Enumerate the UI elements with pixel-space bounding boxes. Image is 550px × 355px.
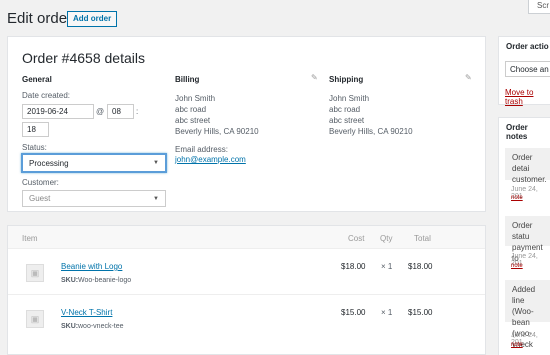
customer-label: Customer: — [22, 178, 59, 187]
move-to-trash-link[interactable]: Move to trash — [505, 88, 550, 106]
header-total: Total — [414, 234, 431, 243]
status-label: Status: — [22, 143, 47, 152]
delete-note-link[interactable]: note — [511, 263, 523, 269]
minute-input[interactable]: 18 — [22, 122, 49, 137]
order-notes-title: Order notes — [506, 123, 528, 141]
add-order-button[interactable]: Add order — [67, 11, 118, 27]
shipping-heading: Shipping — [329, 75, 364, 84]
item-sku-label: SKU: — [61, 277, 79, 284]
order-action-select[interactable]: Choose an — [505, 61, 550, 77]
shipping-address-2: abc street — [329, 116, 365, 125]
item-cost: $18.00 — [341, 262, 366, 271]
item-qty: × 1 — [381, 308, 393, 317]
customer-value: Guest — [29, 194, 51, 203]
order-note: Order statu payment to — [505, 216, 550, 263]
delete-note-link[interactable]: note — [511, 195, 523, 201]
pencil-icon[interactable]: ✎ — [465, 73, 472, 82]
order-note: Added line (Woo-bean (woo-vneck — [505, 280, 550, 349]
hour-input[interactable]: 08 — [107, 104, 134, 119]
image-placeholder-icon: ▣ — [26, 310, 44, 328]
status-select[interactable]: Processing ▼ — [21, 153, 167, 173]
row-divider — [8, 294, 485, 295]
chevron-down-icon: ▼ — [153, 160, 159, 166]
billing-address-2: abc street — [175, 116, 211, 125]
item-total: $18.00 — [408, 262, 433, 271]
item-name-link[interactable]: V-Neck T-Shirt — [61, 308, 112, 317]
image-placeholder-icon: ▣ — [26, 264, 44, 282]
item-sku-label: SKU: — [61, 323, 79, 330]
shipping-address-1: abc road — [329, 105, 361, 114]
header-cost: Cost — [348, 234, 365, 243]
time-colon: : — [136, 107, 139, 116]
header-qty: Qty — [380, 234, 393, 243]
note-line: Added line — [512, 285, 536, 305]
header-item: Item — [22, 234, 38, 243]
page-title: Edit order — [7, 10, 73, 27]
shipping-name: John Smith — [329, 94, 370, 103]
email-label: Email address: — [175, 145, 228, 154]
billing-address-1: abc road — [175, 105, 207, 114]
note-line: Order detai — [512, 153, 533, 173]
item-qty: × 1 — [381, 262, 393, 271]
at-sign-text: @ — [96, 107, 105, 116]
billing-heading: Billing — [175, 75, 200, 84]
billing-name: John Smith — [175, 94, 216, 103]
item-total: $15.00 — [408, 308, 433, 317]
order-title: Order #4658 details — [22, 50, 145, 66]
note-line: (Woo-bean — [512, 307, 534, 327]
order-action-value: Choose an — [510, 64, 549, 74]
date-created-input[interactable]: 2019-06-24 — [22, 104, 94, 119]
billing-city: Beverly Hills, CA 90210 — [175, 127, 259, 136]
billing-email-link[interactable]: john@example.com — [175, 155, 246, 164]
order-note: Order detai customer. — [505, 148, 550, 184]
general-heading: General — [22, 75, 52, 84]
chevron-down-icon: ▼ — [153, 195, 159, 202]
screen-options-tab[interactable]: Scr — [528, 0, 550, 14]
order-actions-title: Order actio — [506, 42, 549, 51]
pencil-icon[interactable]: ✎ — [311, 73, 318, 82]
item-cost: $15.00 — [341, 308, 366, 317]
customer-select[interactable]: Guest ▼ — [22, 190, 166, 207]
shipping-city: Beverly Hills, CA 90210 — [329, 127, 413, 136]
item-sku: woo-vneck-tee — [78, 323, 124, 330]
note-line: Order statu — [512, 221, 533, 241]
date-created-label: Date created: — [22, 91, 71, 100]
status-value: Processing — [29, 158, 69, 168]
delete-note-link[interactable]: note — [511, 342, 523, 348]
item-sku: Woo-beanie-logo — [78, 277, 132, 284]
note-line: customer. — [512, 175, 547, 184]
item-name-link[interactable]: Beanie with Logo — [61, 262, 122, 271]
